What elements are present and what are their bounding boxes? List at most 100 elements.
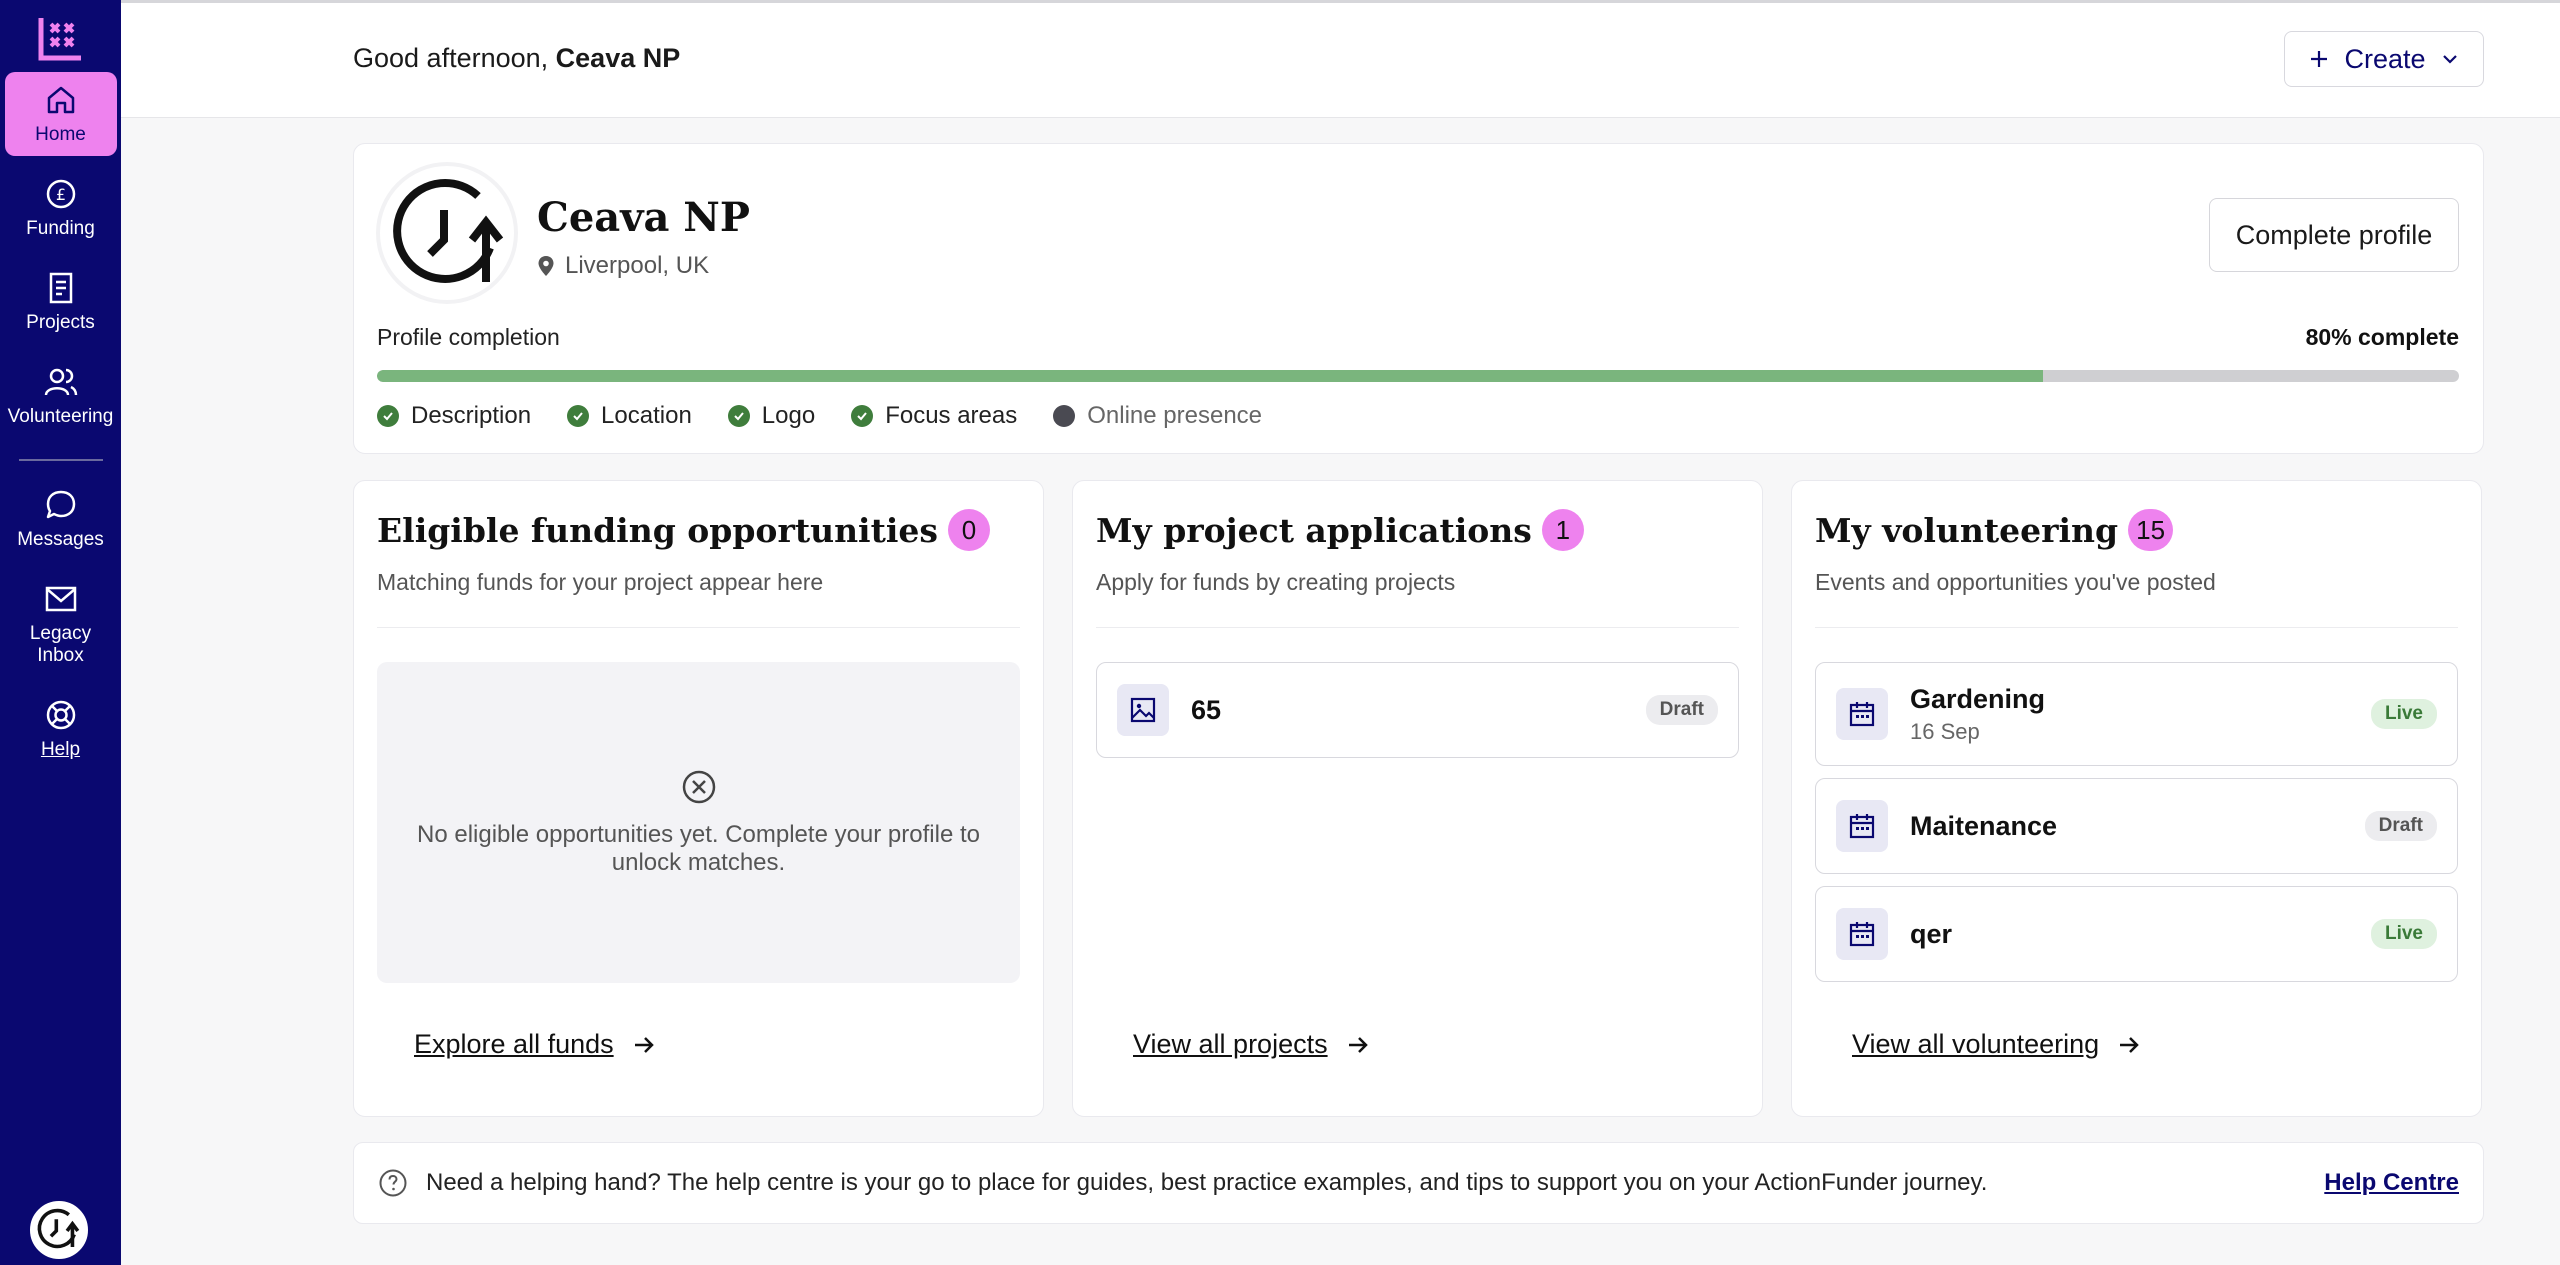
status-badge: Draft [2364,811,2437,841]
chat-icon [46,491,75,519]
check-item-label: Focus areas [885,402,1018,429]
sidebar-item-legacy-inbox[interactable]: Legacy Inbox [5,571,117,677]
projects-count-badge: 1 [1541,509,1584,551]
help-bar-text: Need a helping hand? The help centre is … [426,1169,1988,1196]
check-item-label: Description [411,402,532,429]
check-circle-icon [851,405,874,427]
arrow-right-icon [634,1036,654,1053]
volunteering-item-title: Maitenance [1910,810,2058,841]
lifebuoy-icon [46,700,75,730]
projects-title-text: My project applications [1096,510,1532,550]
volunteering-card: My volunteering 15 Events and opportunit… [1791,480,2482,1117]
sidebar-item-label: Help [40,738,81,760]
check-item-label: Online presence [1087,402,1263,429]
org-location: Liverpool, UK [537,252,709,280]
org-name: Ceava NP [537,194,750,241]
funding-empty-message: No eligible opportunities yet. Complete … [417,820,980,876]
status-badge: Live [2370,919,2437,949]
volunteering-item[interactable]: Maitenance Draft [1815,778,2458,874]
sidebar-item-funding[interactable]: £ Funding [5,166,117,250]
view-all-volunteering-label: View all volunteering [1852,1029,2100,1059]
calendar-icon [1836,688,1888,740]
profile-completion-bar [377,370,2459,382]
calendar-icon [1836,800,1888,852]
project-item[interactable]: 65 Draft [1096,662,1739,758]
funding-title: Eligible funding opportunities 0 [377,509,990,551]
volunteering-item-date: 16 Sep [1910,718,1980,744]
check-item-logo: Logo [727,402,816,430]
funding-subtitle: Matching funds for your project appear h… [377,569,824,595]
help-centre-link[interactable]: Help Centre [2324,1169,2459,1197]
check-item-location: Location [567,402,692,430]
user-avatar[interactable] [30,1201,88,1259]
divider [1096,627,1739,628]
top-header: Good afternoon, Ceava NP Create [121,0,2560,118]
arrow-right-icon [2120,1036,2139,1053]
help-bar: Need a helping hand? The help centre is … [353,1142,2484,1224]
projects-title: My project applications 1 [1096,509,1584,551]
volunteering-item-title: qer [1910,918,1953,949]
pound-icon: £ [46,179,75,209]
mail-icon [45,586,76,612]
check-circle-icon [727,405,750,427]
check-item-focus-areas: Focus areas [851,402,1017,430]
calendar-icon [1836,908,1888,960]
image-icon [1117,684,1169,736]
org-logo [380,166,514,300]
projects-subtitle: Apply for funds by creating projects [1096,569,1456,595]
x-circle-icon [682,770,715,804]
explore-all-funds-label: Explore all funds [414,1029,614,1059]
explore-all-funds-link[interactable]: Explore all funds [414,1029,656,1060]
volunteering-item[interactable]: qer Live [1815,886,2458,982]
sidebar-divider [18,459,103,462]
divider [377,627,1020,628]
plus-icon [2311,51,2328,67]
profile-completion-value: 80% complete [2305,324,2459,350]
check-item-label: Location [601,402,692,429]
sidebar-item-messages[interactable]: Messages [5,477,117,561]
profile-checklist: Description Location Logo Focus areas On… [377,402,1262,430]
clock-arrow-icon [393,179,504,283]
view-all-projects-link[interactable]: View all projects [1133,1029,1370,1060]
check-item-label: Logo [761,402,816,429]
create-button[interactable]: Create [2284,31,2484,87]
funding-card: Eligible funding opportunities 0 Matchin… [353,480,1044,1117]
sidebar-item-label: Projects [26,311,95,333]
sidebar-item-label: Funding [26,217,95,239]
volunteering-item[interactable]: Gardening 16 Sep Live [1815,662,2458,766]
sidebar-item-volunteering[interactable]: Volunteering [5,354,117,438]
greeting-text: Good afternoon, [353,43,549,73]
sidebar-item-label: Volunteering [7,405,114,427]
volunteering-title: My volunteering 15 [1815,509,2174,551]
funding-title-text: Eligible funding opportunities [377,510,938,550]
sidebar-item-label: Messages [17,529,104,551]
map-pin-icon [538,256,554,276]
profile-card: Ceava NP Liverpool, UK Complete profile … [353,143,2484,454]
volunteering-count-badge: 15 [2128,509,2174,551]
check-item-online-presence: Online presence [1053,402,1262,430]
funding-empty-state: No eligible opportunities yet. Complete … [377,662,1020,983]
sidebar-item-label: Legacy Inbox [29,623,92,667]
project-item-title: 65 [1191,694,1222,725]
question-circle-icon [379,1169,407,1197]
sidebar-item-help[interactable]: Help [5,687,117,771]
status-badge: Live [2370,699,2437,729]
sidebar-item-projects[interactable]: Projects [5,260,117,344]
check-item-description: Description [377,402,531,430]
view-all-projects-label: View all projects [1133,1029,1328,1059]
clock-arrow-icon [37,1208,80,1249]
funding-count-badge: 0 [947,509,990,551]
profile-completion-label: Profile completion [377,324,560,350]
view-all-volunteering-link[interactable]: View all volunteering [1852,1029,2141,1060]
home-icon [47,86,74,114]
check-circle-icon [567,405,590,427]
pending-circle-icon [1053,405,1076,427]
divider [1815,627,2458,628]
complete-profile-button[interactable]: Complete profile [2209,198,2459,272]
volunteering-title-text: My volunteering [1815,510,2119,550]
users-icon [44,368,77,395]
app-logo-icon[interactable] [37,14,85,62]
profile-completion-bar-fill [377,370,2043,382]
sidebar-item-home[interactable]: Home [4,72,117,156]
sidebar: Home £ Funding Projects Volunteering Mes… [0,0,121,1265]
